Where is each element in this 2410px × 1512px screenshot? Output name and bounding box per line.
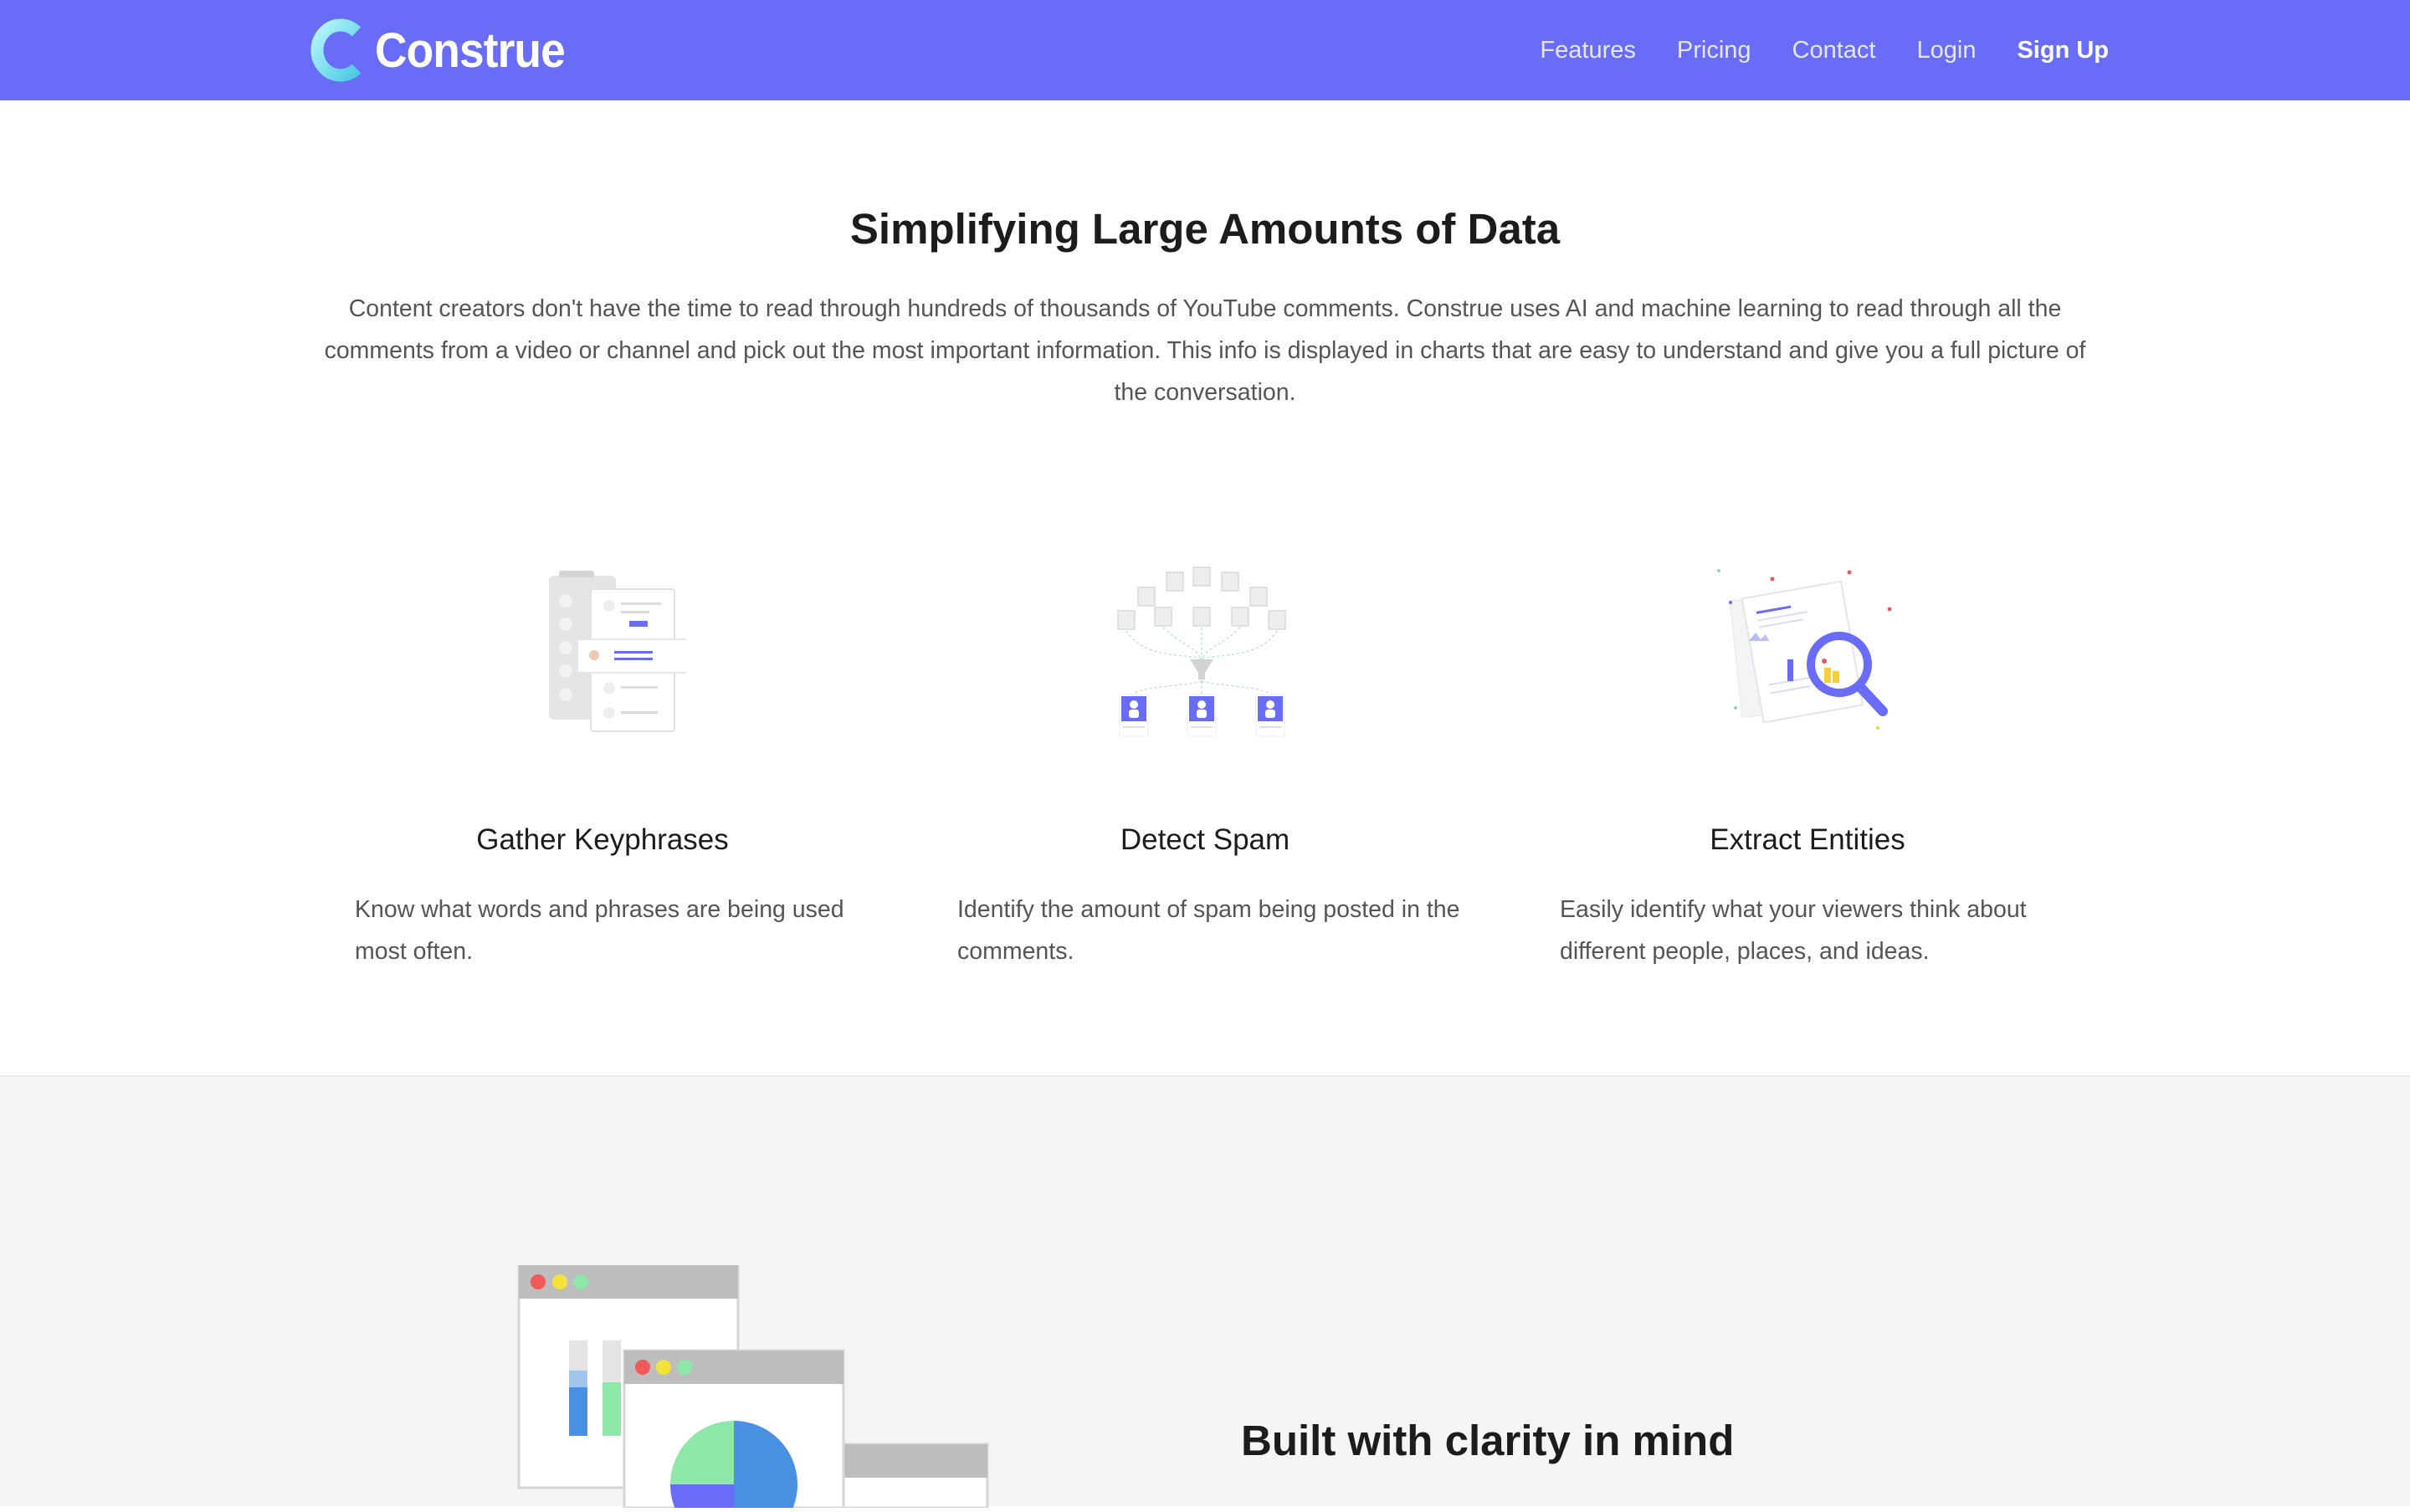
feature-title: Detect Spam xyxy=(1120,823,1290,856)
navbar: Construe Features Pricing Contact Login … xyxy=(0,0,2410,100)
hero-title: Simplifying Large Amounts of Data xyxy=(849,205,1561,253)
nav-contact[interactable]: Contact xyxy=(1792,37,1876,64)
brand-link[interactable]: Construe xyxy=(310,18,582,82)
spam-filter-illustration-icon xyxy=(929,561,1481,753)
nav-pricing[interactable]: Pricing xyxy=(1677,37,1751,64)
feature-description: Identify the amount of spam being posted… xyxy=(957,896,1460,965)
hero-text: Content creators don't have the time to … xyxy=(324,295,2086,406)
nav-links: Features Pricing Contact Login Sign Up xyxy=(1499,0,2109,100)
feature-title: Gather Keyphrases xyxy=(476,823,729,856)
construe-logo-icon xyxy=(310,18,362,82)
keyphrases-illustration-icon xyxy=(326,561,879,753)
nav-signup[interactable]: Sign Up xyxy=(2017,37,2109,64)
entity-search-illustration-icon xyxy=(1531,561,2084,753)
chart-windows-illustration-icon xyxy=(502,1263,1004,1512)
feature-title: Extract Entities xyxy=(1710,823,1905,856)
nav-login[interactable]: Login xyxy=(1916,37,1976,64)
brand-name: Construe xyxy=(375,23,566,78)
feature-description: Know what words and phrases are being us… xyxy=(355,896,844,965)
clarity-title: Built with clarity in mind xyxy=(1241,1417,1735,1464)
nav-features[interactable]: Features xyxy=(1540,37,1635,64)
feature-description: Easily identify what your viewers think … xyxy=(1560,896,2027,965)
clarity-section: Built with clarity in mind xyxy=(0,1075,2410,1512)
